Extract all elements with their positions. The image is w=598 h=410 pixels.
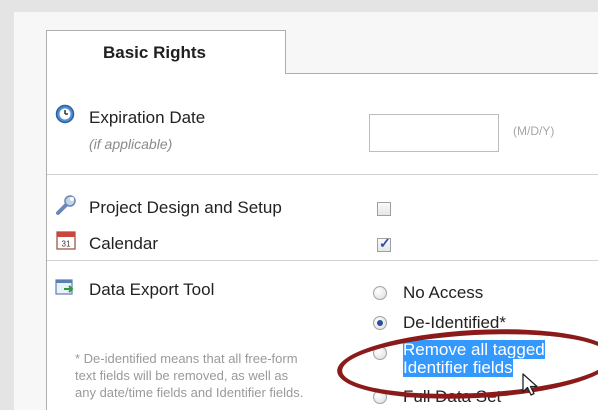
tab-label: Basic Rights — [103, 43, 206, 62]
deidentified-note: * De-identified means that all free-form… — [75, 351, 304, 400]
calendar-icon: 31 — [56, 230, 76, 255]
svg-text:31: 31 — [62, 240, 71, 249]
radio-label-no-access: No Access — [403, 283, 484, 302]
wrench-icon — [55, 194, 77, 221]
right-label-calendar: Calendar — [89, 234, 158, 253]
check-mark-icon: ✓ — [379, 235, 391, 251]
export-icon — [55, 278, 77, 303]
expiration-date-sublabel: (if applicable) — [89, 136, 173, 152]
tab-basic-rights[interactable]: Basic Rights — [46, 30, 286, 74]
clock-icon — [55, 104, 75, 129]
radio-no-access[interactable] — [373, 286, 387, 300]
section-divider — [47, 260, 598, 261]
user-rights-panel: Basic Rights Expiration Date (if applica… — [14, 12, 598, 410]
project-design-checkbox[interactable] — [377, 202, 391, 216]
calendar-checkbox[interactable]: ✓ — [377, 235, 391, 252]
data-export-label: Data Export Tool — [89, 280, 215, 299]
expiration-date-label: Expiration Date — [89, 108, 206, 127]
mouse-cursor-icon — [521, 372, 541, 403]
section-divider — [47, 174, 598, 175]
right-label-project-design: Project Design and Setup — [89, 198, 282, 217]
date-format-hint: (M/D/Y) — [513, 124, 555, 138]
expiration-date-input[interactable] — [369, 114, 499, 152]
radio-de-identified[interactable] — [373, 316, 387, 330]
